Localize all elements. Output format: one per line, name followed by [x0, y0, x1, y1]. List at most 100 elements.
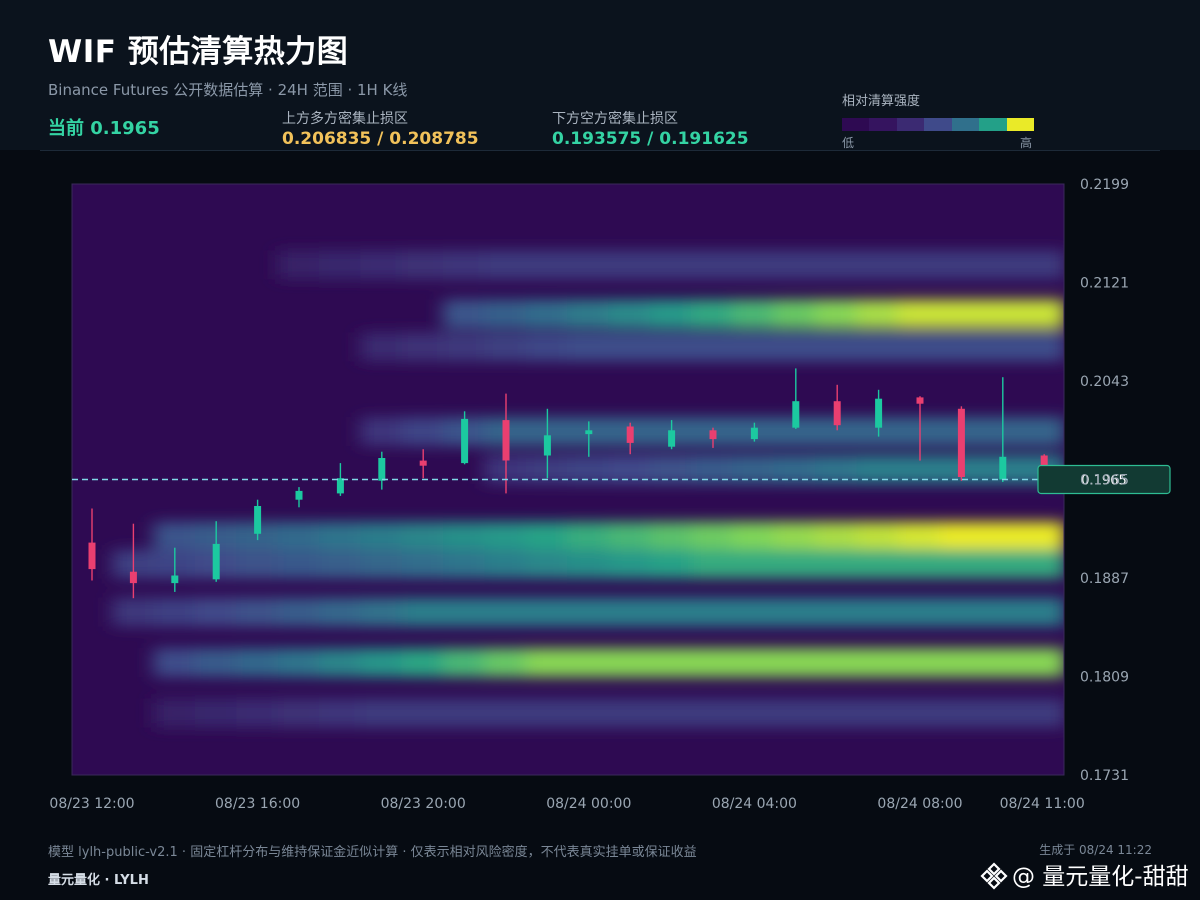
heat-cell — [897, 698, 941, 728]
heat-cell — [1021, 521, 1064, 551]
heat-cell — [691, 521, 735, 551]
heat-cell — [897, 299, 941, 329]
heat-cell — [319, 521, 363, 551]
heat-cell — [939, 648, 983, 678]
heat-cell — [567, 299, 611, 329]
candle-body — [212, 543, 220, 580]
heat-cell — [980, 698, 1024, 728]
heat-cell — [608, 648, 652, 678]
heat-cell — [484, 648, 528, 678]
heat-cell — [773, 698, 817, 728]
heat-cell — [608, 698, 652, 728]
heat-cell — [484, 549, 528, 579]
heat-cell — [732, 597, 776, 627]
heat-cell — [649, 648, 693, 678]
y-tick-label: 0.1809 — [1080, 670, 1129, 686]
heat-cell — [608, 597, 652, 627]
heat-cell — [939, 597, 983, 627]
heat-cell — [856, 332, 900, 362]
candle-body — [1040, 455, 1048, 466]
heat-cell — [401, 648, 445, 678]
heat-cell — [236, 648, 280, 678]
candle-body — [419, 460, 427, 466]
watermark-text: @ 量元量化-甜甜 — [1012, 864, 1189, 890]
heat-cell — [319, 549, 363, 579]
heat-cell — [236, 549, 280, 579]
candle-body — [295, 490, 303, 500]
heat-cell — [773, 521, 817, 551]
x-tick-label: 08/24 08:00 — [877, 796, 962, 812]
heat-cell — [360, 417, 404, 446]
heat-cell — [815, 698, 859, 728]
heat-cell — [980, 299, 1024, 329]
heat-cell — [732, 698, 776, 728]
heat-cell — [1021, 250, 1064, 280]
heat-cell — [897, 521, 941, 551]
heat-cell — [1021, 648, 1064, 678]
heat-cell — [732, 250, 776, 280]
generated-timestamp: 生成于 08/24 11:22 — [1039, 843, 1152, 857]
heat-cell — [277, 698, 321, 728]
y-tick-label: 0.2121 — [1080, 276, 1129, 292]
heat-cell — [773, 332, 817, 362]
heat-cell — [360, 648, 404, 678]
heat-cell — [608, 549, 652, 579]
heat-cell — [897, 648, 941, 678]
heat-cell — [1021, 549, 1064, 579]
heat-cell — [401, 597, 445, 627]
candle-body — [88, 542, 96, 570]
heat-cell — [1021, 597, 1064, 627]
heat-cell — [732, 648, 776, 678]
heat-cell — [773, 250, 817, 280]
heat-cell — [525, 549, 569, 579]
heat-cell — [567, 698, 611, 728]
heat-cell — [567, 549, 611, 579]
footer-brand: 量元量化 · LYLH — [48, 873, 149, 888]
candle-body — [171, 575, 179, 584]
heat-cell — [691, 597, 735, 627]
heat-cell — [277, 648, 321, 678]
heat-cell — [939, 549, 983, 579]
heat-cell — [360, 597, 404, 627]
heat-cell — [939, 521, 983, 551]
heat-cell — [360, 698, 404, 728]
heat-cell — [732, 332, 776, 362]
heat-cell — [443, 332, 487, 362]
heat-cell — [401, 521, 445, 551]
candle-body — [792, 401, 800, 428]
heat-cell — [153, 698, 197, 728]
heat-cell — [195, 597, 239, 627]
candle-body — [502, 420, 510, 461]
heat-cell — [732, 299, 776, 329]
heat-cell — [1021, 417, 1064, 446]
heat-cell — [773, 299, 817, 329]
heat-cell — [815, 332, 859, 362]
heat-cell — [567, 648, 611, 678]
candle-body — [833, 401, 841, 426]
heat-cell — [195, 698, 239, 728]
heat-cell — [567, 597, 611, 627]
heat-cell — [980, 250, 1024, 280]
heat-cell — [939, 250, 983, 280]
heat-cell — [980, 521, 1024, 551]
heat-cell — [525, 597, 569, 627]
heat-cell — [608, 332, 652, 362]
heat-cell — [484, 250, 528, 280]
heat-cell — [856, 648, 900, 678]
heat-cell — [856, 250, 900, 280]
heat-cell — [319, 648, 363, 678]
heat-cell — [980, 597, 1024, 627]
candle-body — [875, 398, 883, 428]
heat-cell — [525, 250, 569, 280]
heat-cell — [608, 299, 652, 329]
heat-cell — [732, 521, 776, 551]
heat-cell — [401, 417, 445, 446]
heat-cell — [525, 332, 569, 362]
heat-cell — [484, 597, 528, 627]
heat-cell — [856, 549, 900, 579]
heat-cell — [360, 250, 404, 280]
candle-body — [750, 427, 758, 440]
heat-cell — [815, 549, 859, 579]
heat-cell — [277, 549, 321, 579]
heat-cell — [195, 648, 239, 678]
